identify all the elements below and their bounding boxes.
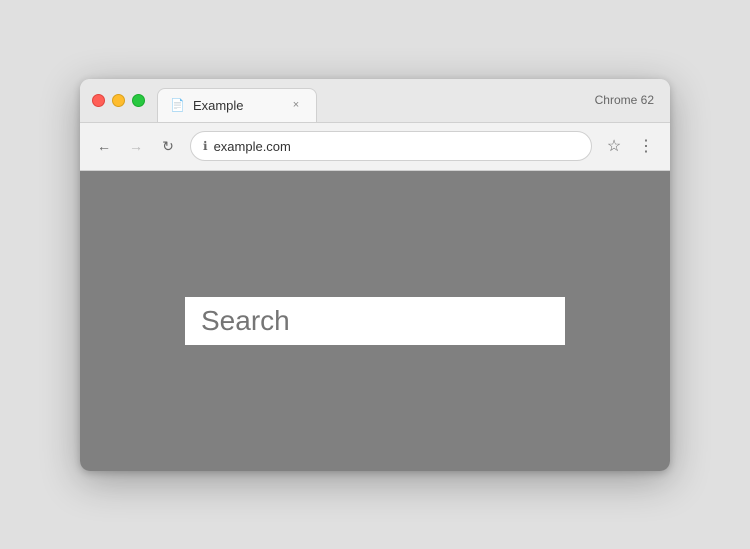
traffic-lights	[92, 94, 145, 107]
maximize-button[interactable]	[132, 94, 145, 107]
url-text: example.com	[214, 139, 579, 154]
back-button[interactable]: ←	[90, 132, 118, 160]
tab-title: Example	[193, 98, 280, 113]
browser-window: 📄 Example × Chrome 62 ← → ↻ ℹ example.co…	[80, 79, 670, 471]
tab-close-button[interactable]: ×	[288, 97, 304, 113]
secure-icon: ℹ	[203, 139, 208, 153]
reload-button[interactable]: ↻	[154, 132, 182, 160]
address-bar: ← → ↻ ℹ example.com ☆ ⋮	[80, 123, 670, 171]
active-tab[interactable]: 📄 Example ×	[157, 88, 317, 122]
bookmark-button[interactable]: ☆	[600, 132, 628, 160]
page-content	[80, 171, 670, 471]
url-bar[interactable]: ℹ example.com	[190, 131, 592, 161]
menu-button[interactable]: ⋮	[632, 132, 660, 160]
close-button[interactable]	[92, 94, 105, 107]
search-input[interactable]	[185, 297, 565, 345]
minimize-button[interactable]	[112, 94, 125, 107]
tab-page-icon: 📄	[170, 98, 185, 112]
tabs-area: 📄 Example ×	[157, 79, 595, 122]
forward-button[interactable]: →	[122, 132, 150, 160]
title-bar: 📄 Example × Chrome 62	[80, 79, 670, 123]
chrome-version-label: Chrome 62	[595, 93, 658, 107]
